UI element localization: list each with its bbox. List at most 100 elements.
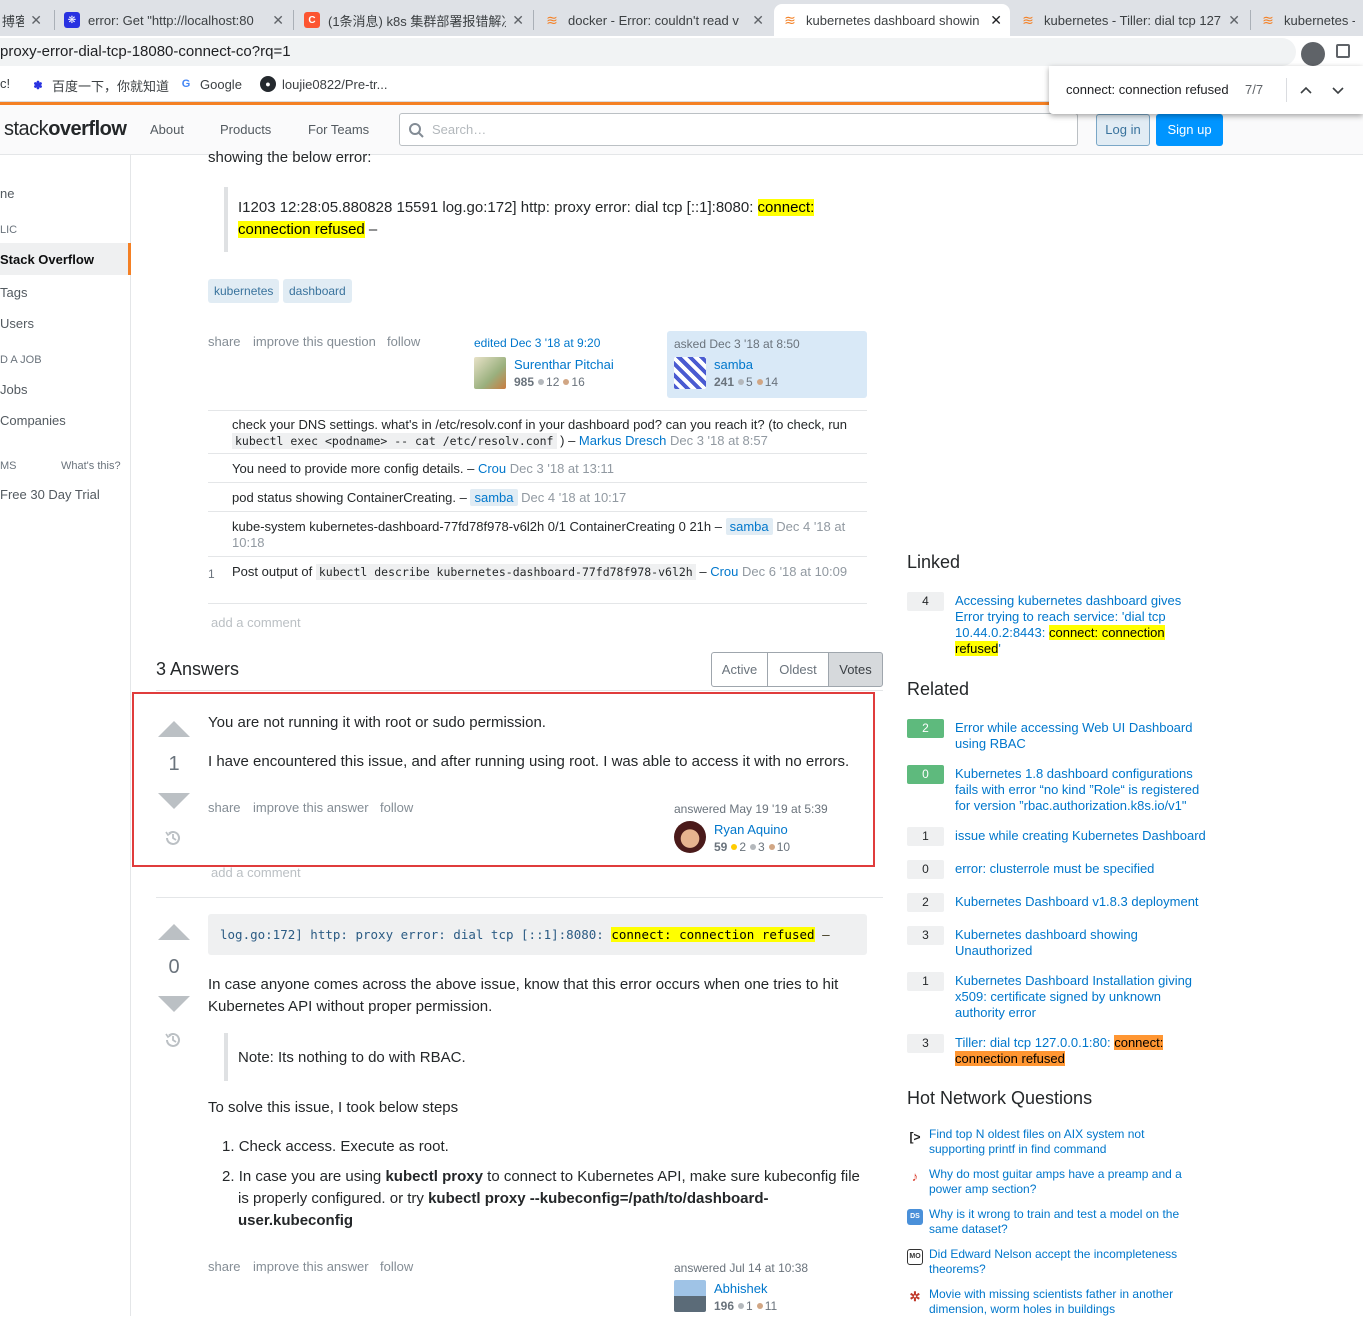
chevron-down-icon[interactable]: [1331, 83, 1345, 97]
comment-date[interactable]: Dec 6 '18 at 10:09: [742, 564, 847, 579]
related-score-badge[interactable]: 1: [907, 827, 944, 846]
nav-home[interactable]: ne: [0, 186, 14, 201]
related-score-badge[interactable]: 3: [907, 926, 944, 945]
avatar[interactable]: [474, 357, 506, 389]
hnq-link[interactable]: Why is it wrong to train and test a mode…: [929, 1207, 1189, 1237]
browser-tab-2[interactable]: C (1条消息) k8s 集群部署报错解决 ✕: [296, 4, 532, 36]
chevron-up-icon[interactable]: [1299, 83, 1313, 97]
related-question-link[interactable]: Kubernetes Dashboard Installation giving…: [955, 973, 1205, 1021]
answer-share-link[interactable]: share: [208, 1259, 241, 1274]
history-icon[interactable]: [164, 829, 182, 847]
improve-answer-link[interactable]: improve this answer: [253, 800, 369, 815]
downvote-arrow-icon[interactable]: [158, 793, 190, 809]
related-question-link[interactable]: issue while creating Kubernetes Dashboar…: [955, 828, 1210, 844]
comment-date[interactable]: Dec 4 '18 at 10:17: [521, 490, 626, 505]
close-icon[interactable]: ✕: [272, 12, 284, 29]
answer-follow-link[interactable]: follow: [380, 1259, 413, 1274]
avatar[interactable]: [674, 821, 706, 853]
avatar[interactable]: [674, 357, 706, 389]
sort-oldest-tab[interactable]: Oldest: [767, 652, 829, 687]
hnq-link[interactable]: Movie with missing scientists father in …: [929, 1287, 1189, 1317]
bookmark-0[interactable]: c!: [0, 76, 10, 91]
editor-name[interactable]: Surenthar Pitchai: [514, 357, 614, 372]
hnq-link[interactable]: Find top N oldest files on AIX system no…: [929, 1127, 1189, 1157]
related-score-badge[interactable]: 2: [907, 719, 944, 738]
question-follow-link[interactable]: follow: [387, 334, 420, 349]
add-comment-link[interactable]: add a comment: [211, 615, 301, 630]
bookmark-github[interactable]: ● loujie0822/Pre-tr...: [260, 76, 388, 92]
add-comment-link[interactable]: add a comment: [211, 865, 301, 880]
answer-share-link[interactable]: share: [208, 800, 241, 815]
improve-question-link[interactable]: improve this question: [253, 334, 376, 349]
linked-score-badge[interactable]: 4: [907, 592, 944, 611]
find-input[interactable]: connect: connection refused: [1066, 82, 1229, 97]
comment-date[interactable]: Dec 3 '18 at 8:57: [670, 433, 768, 448]
so-logo[interactable]: stackoverflow: [4, 118, 127, 141]
sort-votes-tab[interactable]: Votes: [828, 652, 883, 687]
hnq-link[interactable]: Why do most guitar amps have a preamp an…: [929, 1167, 1189, 1197]
browser-tab-0[interactable]: 搏客园 ✕: [0, 4, 50, 36]
related-question-link[interactable]: Tiller: dial tcp 127.0.0.1:80: connect: …: [955, 1035, 1180, 1067]
comment-user-link[interactable]: samba: [470, 489, 518, 506]
browser-tab-3[interactable]: ≋ docker - Error: couldn't read v ✕: [536, 4, 772, 36]
avatar[interactable]: [674, 1280, 706, 1312]
whats-this-link[interactable]: What's this?: [61, 460, 121, 472]
close-icon[interactable]: ✕: [1228, 12, 1240, 29]
bookmark-baidu[interactable]: ✽ 百度一下，你就知道: [30, 76, 169, 95]
tag-dashboard[interactable]: dashboard: [283, 279, 352, 303]
hnq-link[interactable]: Did Edward Nelson accept the incompleten…: [929, 1247, 1189, 1277]
bookmark-google[interactable]: G Google: [178, 76, 242, 92]
comment-user-link[interactable]: Markus Dresch: [579, 433, 666, 448]
related-score-badge[interactable]: 0: [907, 860, 944, 879]
nav-tags[interactable]: Tags: [0, 285, 27, 300]
related-question-link[interactable]: Error while accessing Web UI Dashboard u…: [955, 720, 1210, 752]
nav-for-teams[interactable]: For Teams: [308, 122, 369, 137]
related-question-link[interactable]: Kubernetes 1.8 dashboard configurations …: [955, 766, 1210, 814]
browser-tab-1[interactable]: ❋ error: Get "http://localhost:80 ✕: [56, 4, 292, 36]
tag-kubernetes[interactable]: kubernetes: [208, 279, 280, 303]
history-icon[interactable]: [164, 1031, 182, 1049]
related-score-badge[interactable]: 3: [907, 1034, 944, 1053]
nav-products[interactable]: Products: [220, 122, 271, 137]
related-score-badge[interactable]: 1: [907, 972, 944, 991]
answerer-name[interactable]: Abhishek: [714, 1281, 767, 1296]
nav-jobs[interactable]: Jobs: [0, 382, 27, 397]
related-score-badge[interactable]: 0: [907, 765, 944, 784]
close-icon[interactable]: ✕: [30, 12, 42, 29]
close-icon[interactable]: ✕: [752, 12, 764, 29]
comment-user-link[interactable]: samba: [725, 518, 773, 535]
question-share-link[interactable]: share: [208, 334, 241, 349]
sort-active-tab[interactable]: Active: [711, 652, 768, 687]
comment-user-link[interactable]: Crou: [478, 461, 506, 476]
comment-user-link[interactable]: Crou: [710, 564, 738, 579]
improve-answer-link[interactable]: improve this answer: [253, 1259, 369, 1274]
related-score-badge[interactable]: 2: [907, 893, 944, 912]
nav-about[interactable]: About: [150, 122, 184, 137]
browser-tab-active[interactable]: ≋ kubernetes dashboard showin ✕: [774, 4, 1010, 36]
nav-companies[interactable]: Companies: [0, 413, 66, 428]
lens-icon[interactable]: [1301, 42, 1325, 66]
related-question-link[interactable]: Kubernetes Dashboard v1.8.3 deployment: [955, 894, 1210, 910]
nav-free-trial[interactable]: Free 30 Day Trial: [0, 487, 100, 502]
upvote-arrow-icon[interactable]: [158, 924, 190, 940]
translate-icon[interactable]: [1336, 44, 1350, 58]
search-input[interactable]: Search…: [399, 113, 1078, 146]
nav-users[interactable]: Users: [0, 316, 34, 331]
answerer-name[interactable]: Ryan Aquino: [714, 822, 788, 837]
edited-link[interactable]: edited Dec 3 '18 at 9:20: [474, 336, 600, 350]
browser-tab-5[interactable]: ≋ kubernetes - Tiller: dial tcp 127 ✕: [1012, 4, 1248, 36]
answer-follow-link[interactable]: follow: [380, 800, 413, 815]
related-question-link[interactable]: error: clusterrole must be specified: [955, 861, 1210, 877]
downvote-arrow-icon[interactable]: [158, 996, 190, 1012]
upvote-arrow-icon[interactable]: [158, 721, 190, 737]
asker-name[interactable]: samba: [714, 357, 753, 372]
close-icon[interactable]: ✕: [990, 12, 1002, 29]
login-button[interactable]: Log in: [1096, 114, 1150, 146]
signup-button[interactable]: Sign up: [1156, 114, 1223, 146]
browser-tab-6[interactable]: ≋ kubernetes - c: [1252, 4, 1363, 36]
comment-date[interactable]: Dec 3 '18 at 13:11: [510, 461, 614, 476]
close-icon[interactable]: ✕: [512, 12, 524, 29]
nav-stackoverflow[interactable]: Stack Overflow: [0, 243, 131, 275]
linked-question-link[interactable]: Accessing kubernetes dashboard gives Err…: [955, 593, 1210, 657]
url-field[interactable]: proxy-error-dial-tcp-18080-connect-co?rq…: [0, 38, 1296, 66]
